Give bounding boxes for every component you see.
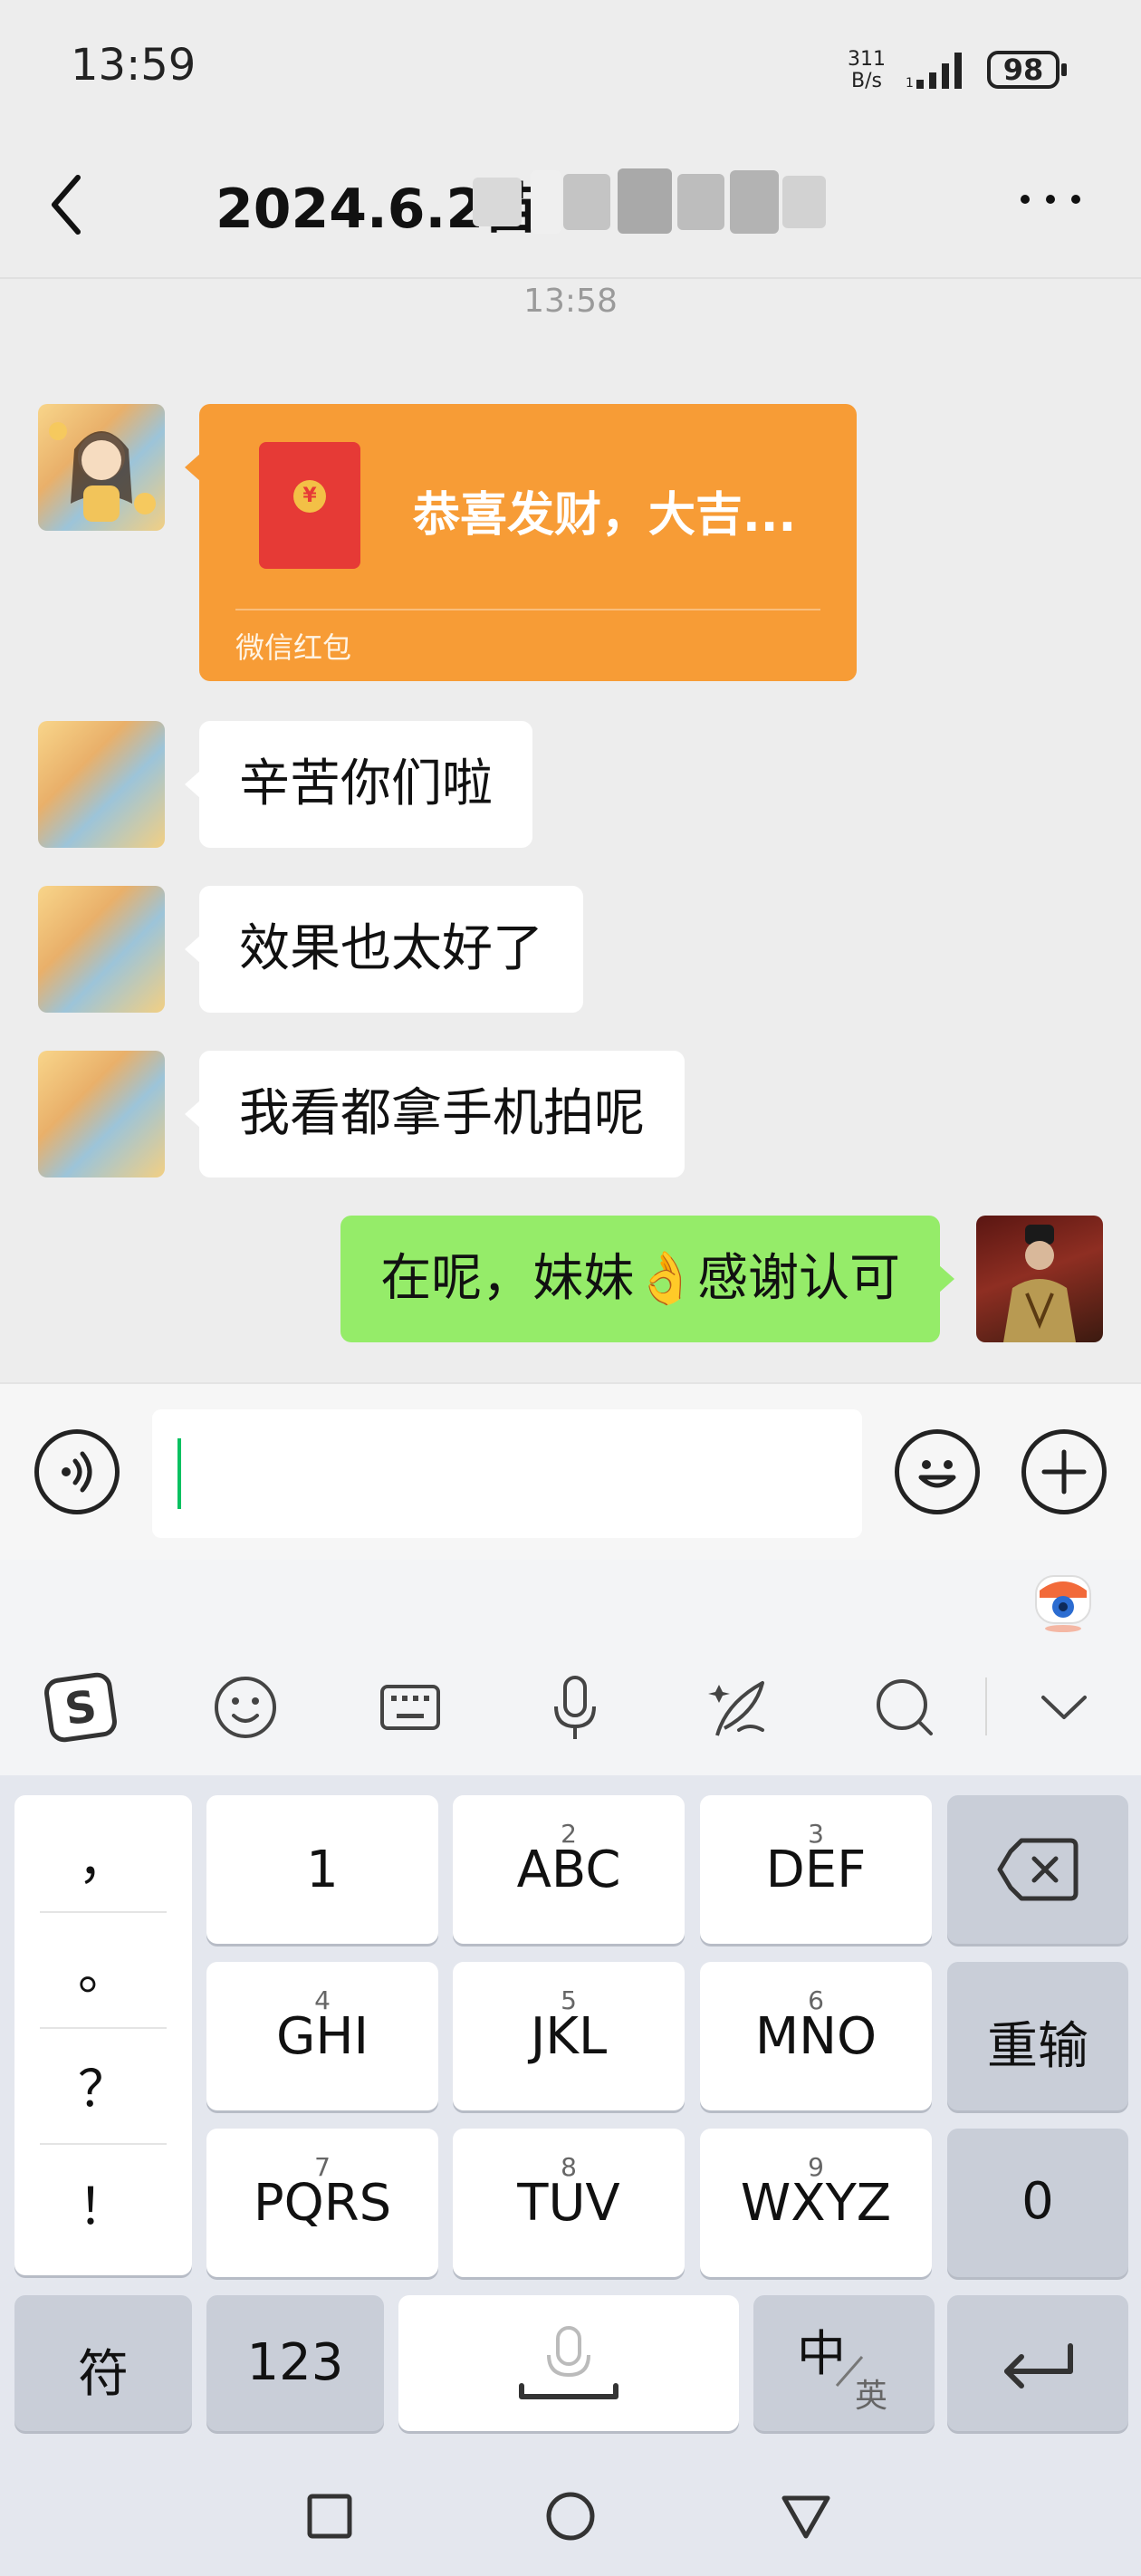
key-label: GHI: [275, 2007, 369, 2066]
key-def[interactable]: 3 DEF: [700, 1795, 932, 1944]
key-label: 重输: [987, 2017, 1088, 2076]
key-jkl[interactable]: 5 JKL: [453, 1962, 685, 2110]
network-speed-unit: B/s: [851, 70, 882, 92]
punct-exclaim-key[interactable]: ！: [14, 2167, 192, 2240]
key-abc[interactable]: 2 ABC: [453, 1795, 685, 1944]
key-label: ABC: [516, 1841, 621, 1899]
symbols-key[interactable]: 符: [14, 2295, 192, 2431]
message-bubble[interactable]: 效果也太好了: [185, 886, 583, 1013]
avatar-self[interactable]: [976, 1216, 1103, 1342]
avatar[interactable]: [38, 404, 165, 531]
back-button[interactable]: [42, 168, 96, 241]
red-packet-label: 微信红包: [235, 630, 352, 665]
enter-key[interactable]: [947, 2295, 1128, 2431]
home-circle-icon[interactable]: [543, 2491, 598, 2545]
punct-period-key[interactable]: 。: [14, 1931, 192, 2004]
key-label: 1: [306, 1841, 339, 1899]
red-envelope-icon: ¥: [259, 442, 360, 569]
key-label: WXYZ: [740, 2174, 892, 2233]
sogou-logo-icon[interactable]: S: [40, 1667, 121, 1748]
punct-divider: [40, 2143, 167, 2145]
key-tuv[interactable]: 8 TUV: [453, 2129, 685, 2277]
red-packet-title: 恭喜发财，大吉...: [413, 488, 797, 543]
network-speed: 311 B/s: [848, 49, 886, 92]
smile-icon: [918, 1460, 956, 1488]
recents-square-icon[interactable]: [304, 2491, 355, 2542]
avatar[interactable]: [38, 886, 165, 1013]
toolbar-separator: [985, 1677, 987, 1735]
retype-key[interactable]: 重输: [947, 1962, 1128, 2110]
space-key[interactable]: [398, 2295, 739, 2431]
network-speed-value: 311: [848, 48, 886, 71]
more-button[interactable]: [1014, 181, 1087, 217]
message-bubble-outgoing[interactable]: 在呢，妹妹👌感谢认可: [340, 1216, 954, 1342]
input-bar: [0, 1382, 1141, 1560]
message-bubble[interactable]: 辛苦你们啦: [185, 721, 532, 848]
avatar-man-illustration: [1003, 1225, 1076, 1342]
key-label: JKL: [530, 2007, 608, 2066]
voice-icon: [62, 1451, 92, 1493]
text-cursor: [177, 1438, 181, 1509]
key-pqrs[interactable]: 7 PQRS: [206, 2129, 438, 2277]
title-blur-mosaic: [473, 161, 826, 239]
svg-text:1: 1: [906, 76, 914, 91]
space-mic-icon: [519, 2326, 618, 2399]
system-navigation-bar: [0, 2446, 1141, 2576]
more-functions-button[interactable]: [1021, 1429, 1107, 1514]
key-label: PQRS: [253, 2174, 392, 2233]
plus-icon: [1041, 1449, 1087, 1495]
punct-question-key[interactable]: ？: [14, 2049, 192, 2122]
punct-divider: [40, 2027, 167, 2029]
avatar[interactable]: [38, 1051, 165, 1177]
key-label: 123: [246, 2333, 344, 2392]
battery-indicator: 98: [987, 51, 1067, 89]
key-label: DEF: [765, 1841, 867, 1899]
backspace-key[interactable]: [947, 1795, 1128, 1944]
language-switch-key[interactable]: 中 英: [753, 2295, 935, 2431]
microphone-icon[interactable]: [534, 1667, 616, 1748]
nav-divider: [0, 277, 1141, 279]
emoji-face-icon[interactable]: [205, 1667, 286, 1748]
keyboard-layout-icon[interactable]: [369, 1667, 451, 1748]
handwriting-quill-icon[interactable]: [699, 1667, 781, 1748]
emoji-button[interactable]: [895, 1429, 980, 1514]
ime-mascot-icon[interactable]: [1032, 1571, 1094, 1634]
key-0[interactable]: 0: [947, 2129, 1128, 2277]
enter-icon: [1004, 2343, 1073, 2389]
punct-divider: [40, 1911, 167, 1913]
key-label: MNO: [754, 2007, 877, 2066]
backspace-icon: [997, 1838, 1079, 1901]
red-packet-divider: [235, 609, 820, 610]
message-bubble[interactable]: 我看都拿手机拍呢: [185, 1051, 685, 1177]
avatar[interactable]: [38, 721, 165, 848]
search-icon[interactable]: [864, 1667, 945, 1748]
back-triangle-icon[interactable]: [779, 2493, 833, 2543]
voice-input-button[interactable]: [34, 1429, 120, 1514]
red-packet-message[interactable]: ¥ 恭喜发财，大吉... 微信红包: [185, 404, 857, 681]
key-mno[interactable]: 6 MNO: [700, 1962, 932, 2110]
lang-sub-label: 英: [855, 2378, 888, 2415]
signal-icon: 1: [906, 53, 962, 91]
key-wxyz[interactable]: 9 WXYZ: [700, 2129, 932, 2277]
key-label: 符: [78, 2345, 129, 2404]
status-time: 13:59: [71, 40, 197, 91]
punct-comma-key[interactable]: ，: [14, 1821, 192, 1894]
numbers-key[interactable]: 123: [206, 2295, 384, 2431]
key-label: 0: [1021, 2172, 1054, 2231]
message-timestamp: 13:58: [523, 283, 618, 320]
key-1[interactable]: 1: [206, 1795, 438, 1944]
avatar-girl-illustration: [49, 422, 156, 522]
collapse-keyboard-icon[interactable]: [1023, 1667, 1105, 1748]
red-envelope-coin: ¥: [293, 480, 326, 513]
key-label: TUV: [517, 2174, 620, 2233]
key-ghi[interactable]: 4 GHI: [206, 1962, 438, 2110]
message-input[interactable]: [152, 1409, 862, 1538]
punctuation-column[interactable]: ， 。 ？ ！: [14, 1795, 192, 2275]
